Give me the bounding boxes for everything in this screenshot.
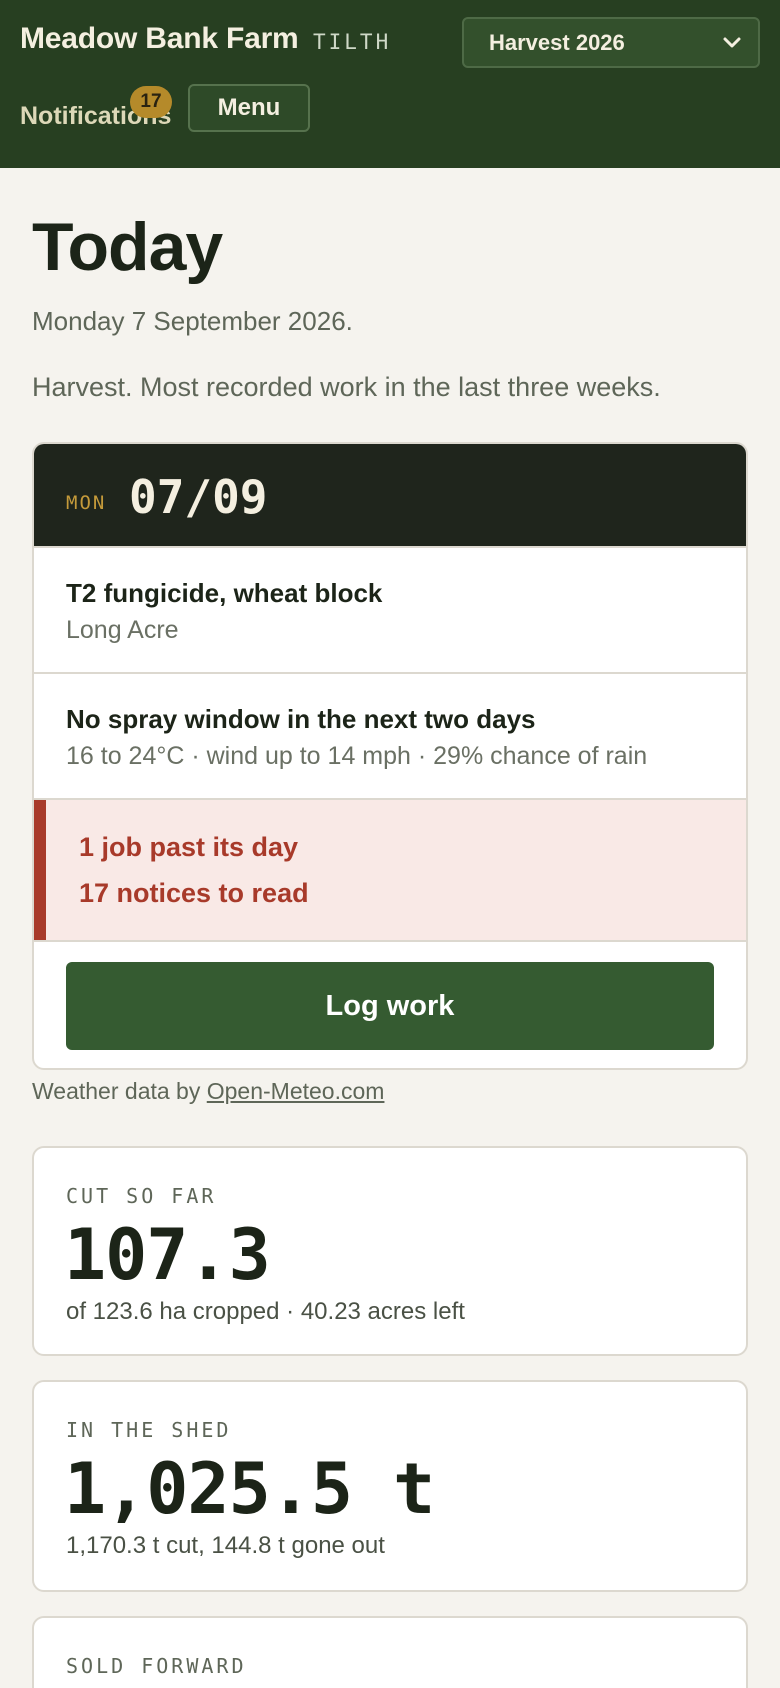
season-select[interactable]: Harvest 2026 — [462, 17, 760, 68]
stat-label: SOLD FORWARD — [66, 1654, 247, 1678]
open-meteo-link[interactable]: Open-Meteo.com — [207, 1078, 385, 1104]
log-work-button[interactable]: Log work — [66, 962, 714, 1050]
stat-label: CUT SO FAR — [66, 1184, 217, 1208]
page-date: Monday 7 September 2026. — [32, 306, 353, 336]
app-tag: TILTH — [313, 30, 392, 54]
page-subtitle: Harvest. Most recorded work in the last … — [32, 372, 661, 402]
alerts-panel: 1 job past its day 17 notices to read — [34, 798, 746, 940]
chevron-down-icon — [723, 37, 741, 48]
overdue-jobs-alert[interactable]: 1 job past its day — [79, 832, 298, 863]
notifications-count-badge: 17 — [130, 86, 172, 118]
task-title: T2 fungicide, wheat block — [66, 578, 383, 608]
action-row: Log work — [34, 940, 746, 1068]
stat-value: 107.3 — [64, 1214, 271, 1296]
stat-value: 1,025.5 t — [64, 1448, 435, 1530]
unread-notices-alert[interactable]: 17 notices to read — [79, 878, 309, 909]
task-field: Long Acre — [66, 616, 179, 644]
weather-credit: Weather data by Open-Meteo.com — [32, 1078, 384, 1105]
weather-detail: 16 to 24°C · wind up to 14 mph · 29% cha… — [66, 742, 648, 770]
weather-row: No spray window in the next two days 16 … — [34, 672, 746, 798]
page-title: Today — [32, 209, 223, 285]
stat-card-shed: IN THE SHED 1,025.5 t 1,170.3 t cut, 144… — [32, 1380, 748, 1592]
weather-title: No spray window in the next two days — [66, 704, 536, 734]
top-bar: Meadow Bank Farm TILTH Harvest 2026 Noti… — [0, 0, 780, 168]
stat-label: IN THE SHED — [66, 1418, 232, 1442]
today-card: MON 07/09 T2 fungicide, wheat block Long… — [32, 442, 748, 1070]
day-of-week: MON — [66, 492, 107, 514]
season-select-value: Harvest 2026 — [489, 29, 625, 55]
weather-credit-prefix: Weather data by — [32, 1078, 201, 1104]
menu-button[interactable]: Menu — [188, 84, 310, 132]
stat-card-cut: CUT SO FAR 107.3 of 123.6 ha cropped · 4… — [32, 1146, 748, 1356]
stat-card-sold-forward: SOLD FORWARD — [32, 1616, 748, 1688]
day-header: MON 07/09 — [34, 444, 746, 546]
stat-note: of 123.6 ha cropped · 40.23 acres left — [66, 1298, 465, 1325]
task-row[interactable]: T2 fungicide, wheat block Long Acre — [34, 546, 746, 672]
alert-accent-bar — [34, 800, 46, 940]
stat-note: 1,170.3 t cut, 144.8 t gone out — [66, 1532, 385, 1559]
farm-name[interactable]: Meadow Bank Farm — [20, 22, 299, 56]
day-date: 07/09 — [129, 470, 268, 524]
